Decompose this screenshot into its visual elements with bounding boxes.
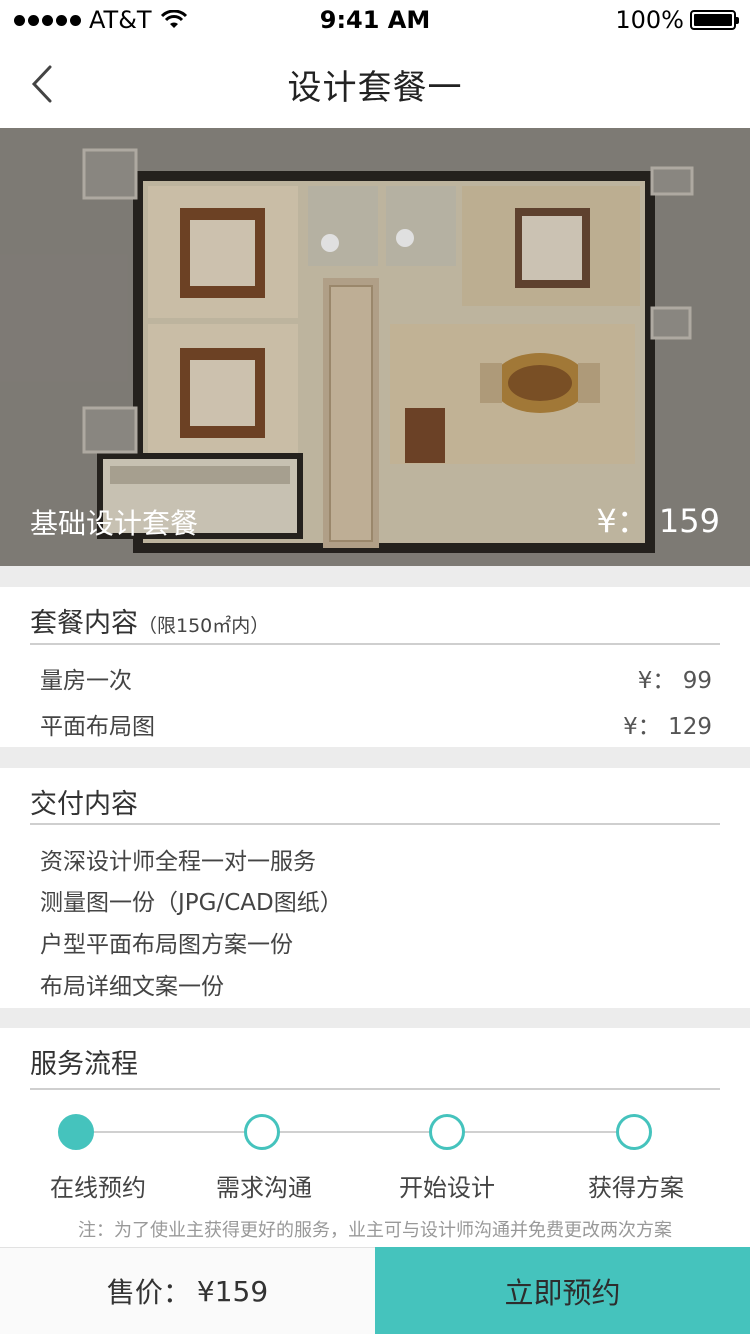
package-card: 套餐内容（限150㎡内） 量房一次 ¥： 99 平面布局图 ¥： 129: [0, 587, 750, 747]
hero-package-name: 基础设计套餐: [30, 507, 199, 540]
hero-banner: 基础设计套餐 ¥： 159: [0, 128, 750, 566]
sale-price-value: ¥159: [196, 1274, 269, 1308]
battery-icon: [690, 10, 739, 30]
step-label: 获得方案: [588, 1174, 684, 1202]
delivery-item: 布局详细文案一份: [40, 974, 224, 1000]
status-left: AT&T: [14, 6, 188, 34]
package-limit: （限150㎡内）: [138, 615, 270, 637]
process-title: 服务流程: [30, 1049, 138, 1080]
back-arrow-icon: [31, 65, 52, 103]
delivery-title: 交付内容: [30, 789, 138, 820]
hero-package-price: ¥： 159: [596, 502, 720, 540]
delivery-divider: [30, 823, 720, 825]
delivery-item: 户型平面布局图方案一份: [40, 932, 293, 958]
status-right: 100%: [615, 6, 739, 34]
nav-bar: 设计套餐一: [0, 40, 750, 128]
process-steps: [0, 1104, 750, 1164]
carrier-label: AT&T: [89, 6, 152, 34]
signal-icon: [14, 14, 81, 26]
package-divider: [30, 643, 720, 645]
package-item-price: ¥： 99: [637, 668, 712, 694]
step-dot-requirement: [244, 1114, 280, 1150]
status-time: 9:41 AM: [319, 6, 431, 34]
wifi-icon: [160, 10, 187, 28]
sale-price-label: 售价：: [106, 1276, 191, 1309]
package-item-name: 平面布局图: [40, 714, 155, 740]
step-dot-design: [429, 1114, 465, 1150]
back-button[interactable]: [22, 60, 62, 108]
process-note: 注：为了使业主获得更好的服务，业主可与设计师沟通并免费更改两次方案: [78, 1220, 672, 1241]
package-item: 平面布局图 ¥： 129: [40, 707, 712, 741]
package-item: 量房一次 ¥： 99: [40, 661, 712, 695]
step-dot-online-booking: [58, 1114, 94, 1150]
package-item-name: 量房一次: [40, 668, 132, 694]
package-title-text: 套餐内容: [30, 608, 138, 639]
package-title: 套餐内容（限150㎡内）: [30, 601, 269, 640]
steps-connector: [76, 1131, 634, 1133]
step-label: 需求沟通: [216, 1174, 312, 1202]
delivery-item: 测量图一份（JPG/CAD图纸）: [40, 890, 343, 916]
bottom-bar: 售价： ¥159 立即预约: [0, 1247, 750, 1334]
status-bar: AT&T 9:41 AM 100%: [0, 0, 750, 40]
step-dot-plan: [616, 1114, 652, 1150]
battery-percent: 100%: [615, 6, 684, 34]
step-label: 在线预约: [50, 1174, 146, 1202]
page-title: 设计套餐一: [287, 67, 463, 108]
step-label: 开始设计: [399, 1174, 495, 1202]
sale-price: 售价： ¥159: [0, 1247, 375, 1334]
process-divider: [30, 1088, 720, 1090]
package-item-price: ¥： 129: [623, 714, 712, 740]
delivery-item: 资深设计师全程一对一服务: [40, 849, 316, 875]
delivery-card: 交付内容 资深设计师全程一对一服务 测量图一份（JPG/CAD图纸） 户型平面布…: [0, 768, 750, 1008]
book-now-button[interactable]: 立即预约: [375, 1247, 750, 1334]
